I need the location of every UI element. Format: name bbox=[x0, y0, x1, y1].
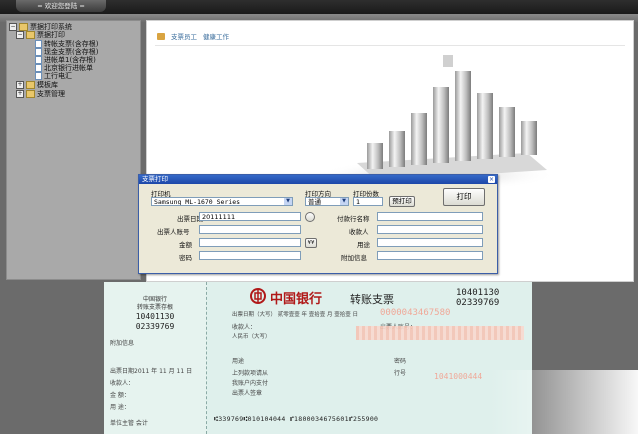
stub-extra: 附加信息 bbox=[110, 340, 135, 347]
cheque-date-line: 出票日期（大写） 贰零壹壹 年 壹拾壹 月 壹拾壹 日 bbox=[232, 312, 358, 318]
amount-convert-button[interactable]: ¥¥ bbox=[305, 238, 317, 248]
tree-item-label: 北京银行进帐单 bbox=[44, 64, 93, 72]
direction-select[interactable]: 普通 ▼ bbox=[305, 197, 349, 206]
dialog-title: 支票打印 bbox=[142, 175, 168, 183]
tree-item-deposit[interactable]: 进帐单1(含存根) bbox=[35, 56, 96, 64]
document-icon bbox=[35, 72, 42, 80]
stub-date: 出票日期2011 年 11 月 11 日 bbox=[110, 368, 193, 375]
password-field[interactable] bbox=[199, 251, 301, 260]
seal-line-2: 我账户内支付 bbox=[232, 380, 269, 387]
printer-select[interactable]: Samsung ML-1670 Series ▼ bbox=[151, 197, 293, 206]
folder-icon bbox=[26, 31, 35, 39]
amount-label: 金额 bbox=[179, 241, 192, 249]
account-field[interactable] bbox=[199, 225, 301, 234]
amount-grid bbox=[356, 326, 524, 340]
stub-manager: 单位主管 会计 bbox=[110, 420, 148, 427]
faint-number-2: 1041000444 bbox=[434, 372, 483, 381]
cheque-stub: 中国银行 转账支票存根 10401130 02339769 附加信息 出票日期2… bbox=[104, 282, 207, 434]
payee-line: 收款人： bbox=[232, 324, 257, 331]
payee-bank-field[interactable] bbox=[377, 212, 483, 221]
preview-button[interactable]: 预打印 bbox=[389, 196, 415, 207]
tree-root-label: 票据打印系统 bbox=[30, 23, 72, 31]
cheque-no2: 02339769 bbox=[456, 298, 500, 308]
extra-info-field[interactable] bbox=[377, 251, 483, 260]
folder-icon bbox=[26, 81, 35, 89]
payee-bank-label: 付款行名称 bbox=[337, 215, 370, 223]
rmb-label: 人民币（大写） bbox=[232, 334, 271, 340]
close-icon[interactable]: × bbox=[488, 176, 495, 183]
welcome-tab[interactable]: = 欢迎您登陆 = bbox=[16, 0, 106, 12]
cheque-preview: 中国银行 转账支票存根 10401130 02339769 附加信息 出票日期2… bbox=[104, 282, 532, 434]
purpose-field[interactable] bbox=[377, 238, 483, 247]
account-label: 出票人账号 bbox=[157, 228, 190, 236]
tree-item-label: 现金支票(含存根) bbox=[44, 48, 99, 56]
cheque-title: 转账支票 bbox=[350, 293, 394, 306]
dialog-titlebar: 支票打印 × bbox=[139, 175, 497, 184]
collapse-icon[interactable]: − bbox=[9, 23, 17, 31]
folder-icon bbox=[26, 90, 35, 98]
folder-icon bbox=[19, 23, 28, 31]
home-icon bbox=[157, 32, 165, 40]
stub-payee: 收款人： bbox=[110, 380, 135, 387]
document-icon bbox=[35, 56, 42, 64]
print-dialog: 支票打印 × 打印机 Samsung ML-1670 Series ▼ 打印方向… bbox=[138, 174, 498, 274]
breadcrumb-part2[interactable]: 健康工作 bbox=[203, 31, 229, 41]
stub-purpose: 用 途： bbox=[110, 404, 130, 411]
bank-name: 中国银行 bbox=[270, 292, 323, 307]
stub-amount: 金 额： bbox=[110, 392, 130, 399]
purpose-line: 用途 bbox=[232, 358, 245, 365]
expand-icon[interactable]: + bbox=[16, 90, 24, 98]
payee-field[interactable] bbox=[377, 225, 483, 234]
tree-item-label: 工行电汇 bbox=[44, 72, 72, 80]
document-icon bbox=[35, 48, 42, 56]
tree-item-label: 进帐单1(含存根) bbox=[44, 56, 96, 64]
purpose-label: 用途 bbox=[357, 241, 370, 249]
faint-number-1: 0000043467580 bbox=[380, 308, 451, 318]
nav-tree: − 票据打印系统 − 票据打印 转帐支票(含存根) 现金支票(含存根) 进帐单1… bbox=[6, 20, 141, 280]
breadcrumb: 支票员工 健康工作 bbox=[157, 31, 229, 41]
fade-overlay bbox=[490, 370, 638, 434]
password-label: 密码 bbox=[179, 254, 192, 262]
collapse-icon[interactable]: − bbox=[16, 31, 24, 39]
expand-icon[interactable]: + bbox=[16, 81, 24, 89]
seal-line-1: 上列款项请从 bbox=[232, 370, 269, 377]
tree-template-lib[interactable]: + 模板库 bbox=[16, 81, 58, 89]
stub-type: 转账支票存根 bbox=[136, 304, 173, 311]
tree-item-cash[interactable]: 现金支票(含存根) bbox=[35, 48, 98, 56]
chevron-down-icon[interactable]: ▼ bbox=[284, 198, 292, 205]
extra-info-label: 附加信息 bbox=[341, 254, 367, 262]
tree-template-label: 模板库 bbox=[37, 81, 58, 89]
bar-sculpture-illustration bbox=[317, 55, 557, 191]
seal-line-3: 出票人签章 bbox=[232, 390, 263, 397]
tree-item-label: 转帐支票(含存根) bbox=[44, 40, 99, 48]
row-number-label: 行号 bbox=[394, 370, 407, 377]
cheque-no1: 10401130 bbox=[456, 288, 500, 298]
tree-root[interactable]: − 票据打印系统 bbox=[9, 23, 72, 31]
tree-item-icbc-wire[interactable]: 工行电汇 bbox=[35, 72, 72, 80]
stub-no2: 02339769 bbox=[135, 322, 175, 331]
tree-cheque-label: 支票管理 bbox=[37, 90, 65, 98]
bank-logo bbox=[250, 288, 266, 304]
date-field[interactable]: 20111111 bbox=[199, 212, 301, 221]
tree-print[interactable]: − 票据打印 bbox=[16, 31, 65, 39]
tree-item-bob-deposit[interactable]: 北京银行进帐单 bbox=[35, 64, 93, 72]
chevron-down-icon[interactable]: ▼ bbox=[340, 198, 348, 205]
copies-field[interactable]: 1 bbox=[353, 197, 383, 206]
tree-cheque-mgmt[interactable]: + 支票管理 bbox=[16, 90, 65, 98]
top-bar: = 欢迎您登陆 = bbox=[0, 0, 638, 14]
payee-label: 收款人 bbox=[349, 228, 369, 236]
amount-field[interactable] bbox=[199, 238, 301, 247]
document-icon bbox=[35, 64, 42, 72]
calendar-icon[interactable] bbox=[305, 212, 315, 222]
stub-no1: 10401130 bbox=[135, 312, 175, 321]
tree-print-label: 票据打印 bbox=[37, 31, 65, 39]
password-line: 密码 bbox=[394, 358, 407, 365]
tree-item-transfer[interactable]: 转帐支票(含存根) bbox=[35, 40, 98, 48]
breadcrumb-part1[interactable]: 支票员工 bbox=[171, 31, 197, 41]
print-button[interactable]: 打印 bbox=[443, 188, 485, 206]
document-icon bbox=[35, 40, 42, 48]
micr-line: ⑆339769⑆010104044 ⑈1800034675601⑈255900 bbox=[214, 415, 379, 423]
